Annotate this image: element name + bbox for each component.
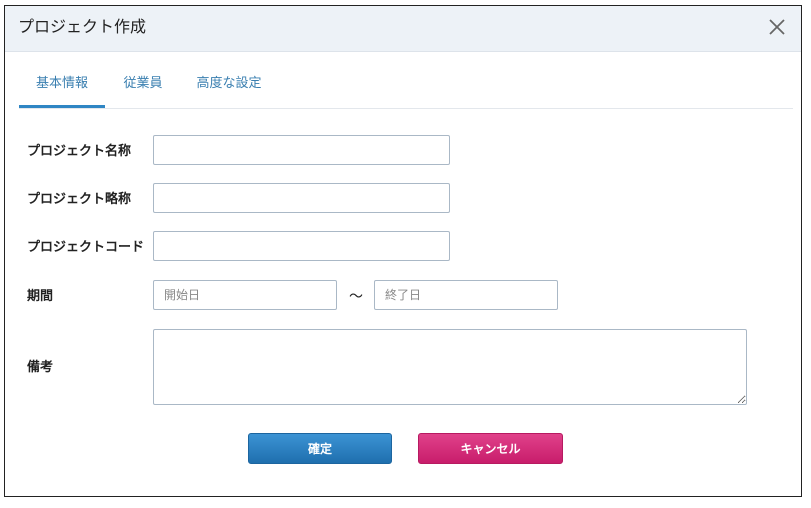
close-button[interactable] bbox=[765, 15, 789, 39]
period-separator: ～ bbox=[349, 289, 363, 305]
tab-advanced-settings[interactable]: 高度な設定 bbox=[191, 72, 267, 106]
notes-textarea[interactable] bbox=[153, 329, 747, 405]
project-code-input[interactable] bbox=[153, 231, 450, 261]
close-icon bbox=[769, 19, 785, 35]
project-name-input[interactable] bbox=[153, 135, 450, 165]
project-name-label: プロジェクト名称 bbox=[27, 144, 132, 159]
project-create-dialog: プロジェクト作成 基本情報 従業員 高度な設定 プロジェクト名称 プロジェクト略… bbox=[4, 5, 802, 497]
period-label: 期間 bbox=[27, 289, 54, 304]
dialog-title: プロジェクト作成 bbox=[18, 17, 147, 36]
start-date-input[interactable] bbox=[153, 280, 337, 310]
tab-basic-info[interactable]: 基本情報 bbox=[19, 72, 105, 108]
project-code-label: プロジェクトコード bbox=[27, 240, 145, 255]
confirm-button[interactable]: 確定 bbox=[248, 433, 392, 464]
project-short-name-input[interactable] bbox=[153, 183, 450, 213]
tab-employees[interactable]: 従業員 bbox=[115, 72, 171, 106]
end-date-input[interactable] bbox=[374, 280, 558, 310]
tab-bar: 基本情報 従業員 高度な設定 bbox=[19, 72, 793, 109]
cancel-button[interactable]: キャンセル bbox=[418, 433, 563, 464]
notes-label: 備考 bbox=[27, 360, 54, 375]
dialog-header: プロジェクト作成 bbox=[5, 6, 801, 52]
project-short-name-label: プロジェクト略称 bbox=[27, 192, 132, 207]
